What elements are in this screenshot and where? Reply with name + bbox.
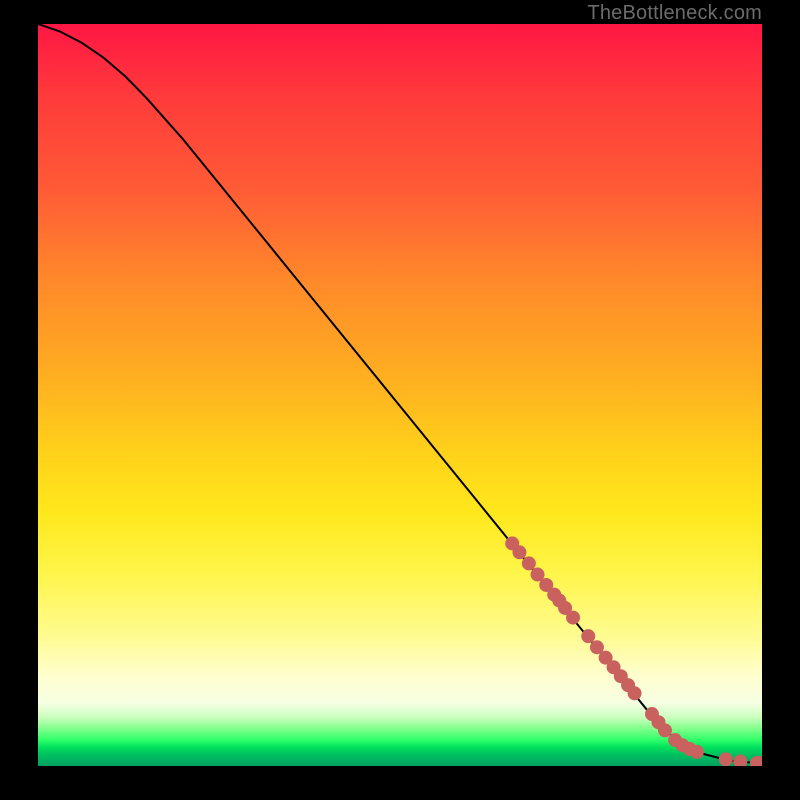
scatter-dot [582, 630, 595, 643]
chart-overlay [38, 24, 762, 766]
scatter-dot [719, 753, 732, 766]
scatter-dot [522, 557, 535, 570]
scatter-dot [690, 745, 703, 758]
scatter-dot [734, 755, 747, 766]
scatter-dot [513, 546, 526, 559]
scatter-dot [658, 724, 671, 737]
scatter-dot [531, 568, 544, 581]
scatter-dot [567, 611, 580, 624]
curve-line [38, 24, 762, 763]
watermark-text: TheBottleneck.com [587, 2, 762, 25]
scatter-dots [506, 537, 762, 766]
plot-area [38, 24, 762, 766]
scatter-dot [590, 641, 603, 654]
chart-frame: TheBottleneck.com [0, 0, 800, 800]
scatter-dot [628, 687, 641, 700]
curve-path [38, 24, 762, 763]
